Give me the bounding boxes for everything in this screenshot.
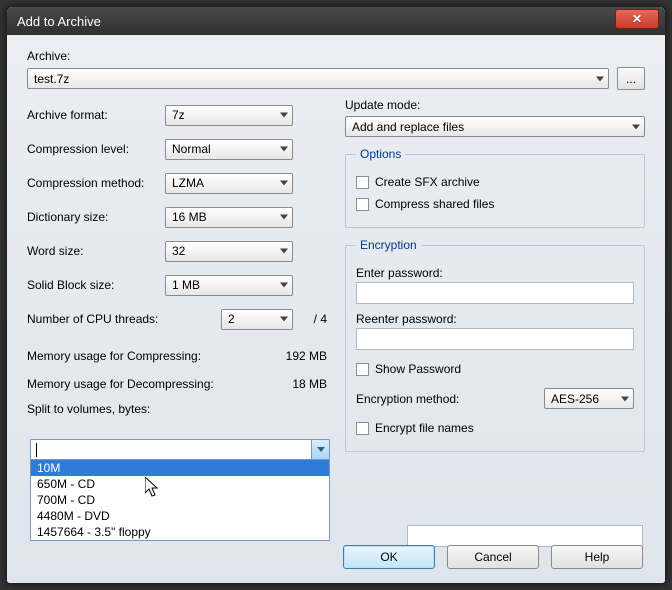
split-option[interactable]: 4480M - DVD	[31, 508, 329, 524]
chevron-down-icon	[596, 76, 604, 81]
compression-method-label: Compression method:	[27, 176, 165, 190]
chevron-down-icon	[280, 147, 288, 152]
window-title: Add to Archive	[17, 14, 615, 29]
split-option[interactable]: 10M	[31, 460, 329, 476]
cpu-threads-max: / 4	[293, 312, 327, 326]
browse-button[interactable]: ...	[617, 67, 645, 90]
ok-button[interactable]: OK	[343, 545, 435, 569]
archive-path-combo[interactable]: test.7z	[27, 68, 609, 89]
chevron-down-icon	[280, 113, 288, 118]
mem-decompress-value: 18 MB	[267, 377, 327, 391]
checkbox-icon	[356, 198, 369, 211]
parameters-input[interactable]	[407, 525, 643, 547]
update-mode-label: Update mode:	[345, 98, 645, 112]
compression-level-select[interactable]: Normal	[165, 139, 293, 160]
combo-dropdown-button[interactable]	[311, 440, 329, 459]
encryption-group: Encryption Enter password: Reenter passw…	[345, 238, 645, 452]
mem-decompress-label: Memory usage for Decompressing:	[27, 377, 267, 391]
chevron-down-icon	[280, 181, 288, 186]
split-option[interactable]: 650M - CD	[31, 476, 329, 492]
compression-method-select[interactable]: LZMA	[165, 173, 293, 194]
mem-compress-label: Memory usage for Compressing:	[27, 349, 267, 363]
word-size-select[interactable]: 32	[165, 241, 293, 262]
close-icon: ✕	[632, 12, 642, 26]
ellipsis-icon: ...	[626, 72, 636, 86]
text-caret-icon	[36, 443, 37, 457]
left-column: Archive format: 7z Compression level: No…	[27, 98, 327, 462]
solid-block-size-label: Solid Block size:	[27, 278, 165, 292]
mouse-cursor-icon	[145, 477, 163, 499]
solid-block-size-select[interactable]: 1 MB	[165, 275, 293, 296]
word-size-label: Word size:	[27, 244, 165, 258]
chevron-down-icon	[632, 124, 640, 129]
archive-format-select[interactable]: 7z	[165, 105, 293, 126]
split-volumes-label: Split to volumes, bytes:	[27, 402, 327, 416]
compress-shared-checkbox[interactable]: Compress shared files	[356, 193, 634, 215]
password-confirm-input[interactable]	[356, 328, 634, 350]
right-column: Update mode: Add and replace files Optio…	[345, 98, 645, 462]
close-button[interactable]: ✕	[615, 9, 659, 29]
chevron-down-icon	[280, 249, 288, 254]
help-button[interactable]: Help	[551, 545, 643, 569]
cancel-button[interactable]: Cancel	[447, 545, 539, 569]
dictionary-size-select[interactable]: 16 MB	[165, 207, 293, 228]
encrypt-file-names-checkbox[interactable]: Encrypt file names	[356, 417, 634, 439]
reenter-password-label: Reenter password:	[356, 312, 634, 326]
checkbox-icon	[356, 422, 369, 435]
titlebar[interactable]: Add to Archive ✕	[7, 7, 665, 35]
chevron-down-icon	[621, 396, 629, 401]
compression-level-label: Compression level:	[27, 142, 165, 156]
show-password-checkbox[interactable]: Show Password	[356, 358, 634, 380]
password-input[interactable]	[356, 282, 634, 304]
chevron-down-icon	[280, 283, 288, 288]
split-volumes-edit[interactable]	[31, 440, 329, 460]
encryption-method-label: Encryption method:	[356, 392, 544, 406]
split-option[interactable]: 1457664 - 3.5" floppy	[31, 524, 329, 540]
chevron-down-icon	[280, 215, 288, 220]
archive-label: Archive:	[27, 49, 645, 63]
chevron-down-icon	[280, 317, 288, 322]
checkbox-icon	[356, 363, 369, 376]
chevron-down-icon	[317, 447, 325, 452]
enter-password-label: Enter password:	[356, 266, 634, 280]
checkbox-icon	[356, 176, 369, 189]
mem-compress-value: 192 MB	[267, 349, 327, 363]
cpu-threads-select[interactable]: 2	[221, 309, 293, 330]
split-volumes-combo[interactable]: 10M 650M - CD 700M - CD 4480M - DVD 1457…	[30, 439, 330, 541]
encryption-legend: Encryption	[356, 238, 421, 252]
encryption-method-select[interactable]: AES-256	[544, 388, 634, 409]
create-sfx-checkbox[interactable]: Create SFX archive	[356, 171, 634, 193]
dictionary-size-label: Dictionary size:	[27, 210, 165, 224]
split-option[interactable]: 700M - CD	[31, 492, 329, 508]
cpu-threads-label: Number of CPU threads:	[27, 312, 221, 326]
archive-path-value: test.7z	[34, 72, 69, 86]
update-mode-select[interactable]: Add and replace files	[345, 116, 645, 137]
archive-format-label: Archive format:	[27, 108, 165, 122]
options-legend: Options	[356, 147, 405, 161]
options-group: Options Create SFX archive Compress shar…	[345, 147, 645, 228]
